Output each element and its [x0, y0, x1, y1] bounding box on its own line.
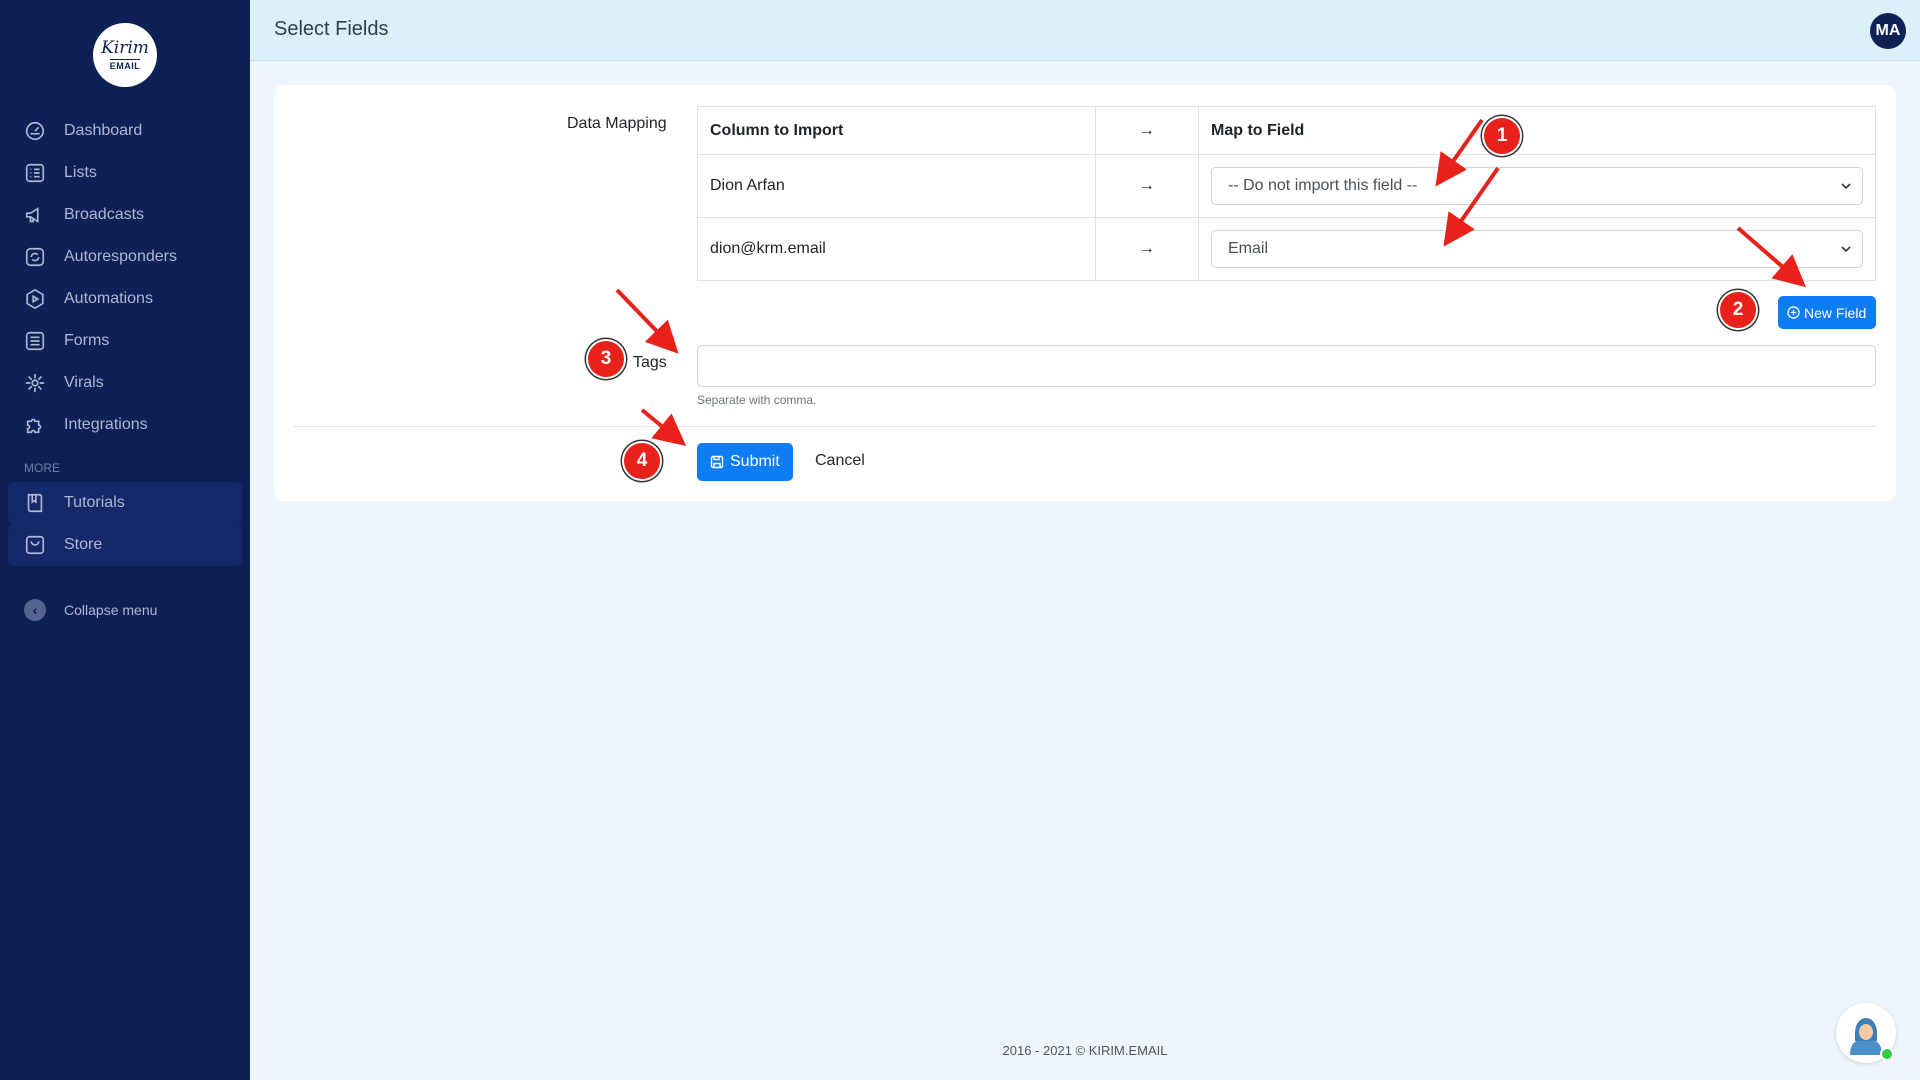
sidebar: Kirim EMAIL Dashboard Lists Broadcasts A… — [0, 0, 250, 1080]
arrow-right-icon: → — [1094, 154, 1200, 218]
sidebar-item-lists[interactable]: Lists — [0, 152, 250, 194]
sidebar-item-tutorials[interactable]: Tutorials — [8, 482, 242, 524]
annotation-badge: 4 — [622, 441, 662, 481]
sidebar-item-label: Store — [64, 536, 103, 553]
sidebar-item-label: Lists — [64, 164, 97, 181]
sidebar-item-label: Autoresponders — [64, 248, 177, 265]
sidebar-item-autoresponders[interactable]: Autoresponders — [0, 236, 250, 278]
submit-label: Submit — [730, 453, 780, 470]
store-icon — [25, 535, 45, 555]
book-icon — [27, 493, 43, 513]
cancel-button[interactable]: Cancel — [815, 452, 865, 470]
top-header: Select Fields MA — [250, 0, 1920, 61]
sidebar-item-label: Virals — [64, 374, 104, 391]
megaphone-icon — [25, 207, 39, 223]
map-field-select[interactable]: Email — [1211, 230, 1863, 268]
sidebar-item-integrations[interactable]: Integrations — [0, 404, 250, 446]
sidebar-item-label: Dashboard — [64, 122, 143, 139]
sidebar-item-broadcasts[interactable]: Broadcasts — [0, 194, 250, 236]
list-icon — [25, 163, 45, 183]
brand-logo[interactable]: Kirim EMAIL — [93, 23, 157, 87]
select-fields-card: Data Mapping Column to Import → Map to F… — [274, 85, 1896, 501]
online-status-dot — [1880, 1047, 1894, 1061]
column-header-import: Column to Import — [697, 106, 1096, 155]
annotation-badge: 2 — [1718, 290, 1758, 330]
tags-label: Tags — [633, 354, 667, 371]
play-gear-icon — [26, 288, 44, 310]
new-field-label: New Field — [1804, 304, 1867, 321]
tags-hint: Separate with comma. — [697, 393, 817, 407]
logo-sub-text: EMAIL — [109, 58, 141, 71]
viral-icon — [25, 373, 45, 393]
annotation-badge: 3 — [586, 339, 626, 379]
page-title: Select Fields — [274, 18, 389, 40]
sidebar-item-label: Broadcasts — [64, 206, 145, 223]
annotation-badge: 1 — [1482, 116, 1522, 156]
table-header-row: Column to Import → Map to Field — [697, 106, 1876, 155]
new-field-button[interactable]: New Field — [1778, 296, 1876, 329]
sidebar-item-forms[interactable]: Forms — [0, 320, 250, 362]
data-mapping-label: Data Mapping — [567, 115, 667, 132]
save-icon — [710, 455, 724, 469]
footer-copyright: 2016 - 2021 © KIRIM.EMAIL — [1002, 1043, 1168, 1058]
submit-button[interactable]: Submit — [697, 443, 793, 481]
sidebar-item-store[interactable]: Store — [8, 524, 242, 566]
form-icon — [25, 331, 45, 351]
sidebar-item-label: Forms — [64, 332, 110, 349]
map-field-selected-value: -- Do not import this field -- — [1228, 177, 1418, 194]
plus-circle-icon — [1787, 306, 1800, 319]
sidebar-item-automations[interactable]: Automations — [0, 278, 250, 320]
chevron-left-icon: ‹ — [24, 599, 46, 621]
tags-input[interactable] — [697, 345, 1876, 387]
map-field-cell: -- Do not import this field -- — [1198, 154, 1876, 218]
sidebar-nav: Dashboard Lists Broadcasts Autoresponder… — [0, 110, 250, 566]
puzzle-icon — [26, 418, 42, 434]
sidebar-item-label: Integrations — [64, 416, 148, 433]
import-column-value: Dion Arfan — [697, 154, 1096, 218]
arrow-right-icon: → — [1094, 217, 1200, 281]
sidebar-item-dashboard[interactable]: Dashboard — [0, 110, 250, 152]
column-header-arrow: → — [1094, 106, 1200, 155]
chevron-down-icon — [1841, 183, 1851, 190]
data-mapping-table: Column to Import → Map to Field Dion Arf… — [697, 106, 1876, 281]
sidebar-section-more: MORE — [24, 461, 60, 475]
table-row: Dion Arfan → -- Do not import this field… — [697, 154, 1876, 218]
map-field-cell: Email — [1198, 217, 1876, 281]
sidebar-item-label: Automations — [64, 290, 153, 307]
map-field-selected-value: Email — [1228, 240, 1269, 257]
divider — [294, 426, 1876, 427]
chevron-down-icon — [1841, 246, 1851, 253]
column-header-map: Map to Field — [1198, 106, 1876, 155]
support-chat-button[interactable] — [1836, 1003, 1896, 1063]
map-field-select[interactable]: -- Do not import this field -- — [1211, 167, 1863, 205]
sidebar-item-virals[interactable]: Virals — [0, 362, 250, 404]
avatar[interactable]: MA — [1870, 13, 1906, 49]
collapse-menu-label: Collapse menu — [64, 602, 158, 618]
sidebar-item-label: Tutorials — [64, 494, 125, 511]
table-row: dion@krm.email → Email — [697, 217, 1876, 281]
logo-script-text: Kirim — [101, 37, 149, 58]
collapse-menu-button[interactable]: ‹ Collapse menu — [24, 599, 157, 621]
refresh-icon — [25, 247, 45, 267]
dashboard-icon — [25, 121, 45, 141]
import-column-value: dion@krm.email — [697, 217, 1096, 281]
